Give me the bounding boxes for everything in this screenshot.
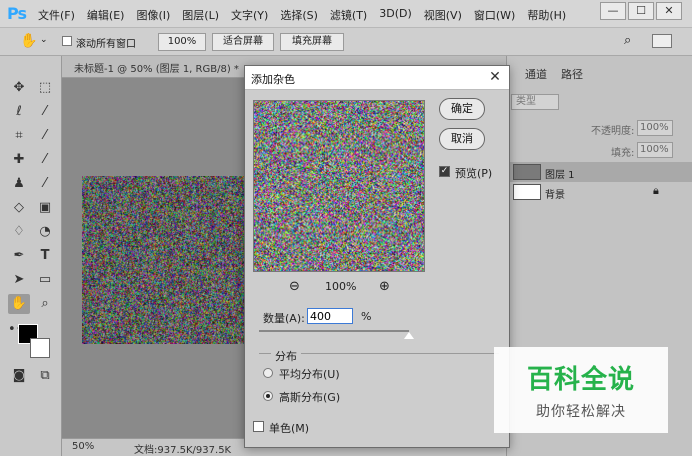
menu-help[interactable]: 帮助(H) bbox=[527, 7, 566, 23]
menu-type[interactable]: 文字(Y) bbox=[231, 7, 268, 23]
tools-panel: ✥ ⬚ ℓ ⁄ ⌗ ⁄ ✚ ⁄ ♟ ⁄ ◇ ▣ ♢ ◔ ✒ T ➤ ▭ ✋ ⌕ … bbox=[0, 56, 62, 456]
watermark-subtitle: 助你轻松解决 bbox=[536, 404, 626, 420]
tab-channels[interactable]: 通道 bbox=[525, 66, 547, 82]
menu-file[interactable]: 文件(F) bbox=[38, 7, 75, 23]
workspace-icon[interactable] bbox=[652, 34, 672, 48]
path-select-tool-icon[interactable]: ➤ bbox=[8, 270, 30, 290]
minimize-button[interactable]: — bbox=[600, 2, 626, 20]
title-bar: Ps 文件(F) 编辑(E) 图像(I) 图层(L) 文字(Y) 选择(S) 滤… bbox=[0, 0, 692, 28]
layer-row[interactable]: 图层 1 bbox=[507, 162, 692, 182]
scroll-all-label: 滚动所有窗口 bbox=[76, 39, 136, 50]
blur-tool-icon[interactable]: ♢ bbox=[8, 222, 30, 242]
menu-3d[interactable]: 3D(D) bbox=[379, 7, 412, 23]
chevron-down-icon[interactable]: ⌄ bbox=[40, 35, 48, 45]
amount-label: 数量(A): bbox=[263, 312, 305, 325]
menu-select[interactable]: 选择(S) bbox=[280, 7, 318, 23]
uniform-label: 平均分布(U) bbox=[279, 368, 340, 381]
options-bar: ✋ ⌄ 滚动所有窗口 100% 适合屏幕 填充屏幕 ⌕ bbox=[0, 28, 692, 56]
cancel-button[interactable]: 取消 bbox=[439, 128, 485, 150]
kind-filter-select[interactable]: 类型 bbox=[511, 94, 559, 110]
menu-image[interactable]: 图像(I) bbox=[136, 7, 170, 23]
amount-slider-track[interactable] bbox=[259, 330, 409, 332]
monochromatic-checkbox[interactable] bbox=[253, 421, 264, 432]
quick-select-tool-icon[interactable]: ⁄ bbox=[34, 102, 56, 122]
layer-thumbnail bbox=[513, 184, 541, 200]
uniform-radio[interactable] bbox=[263, 368, 273, 378]
status-zoom[interactable]: 50% bbox=[72, 441, 94, 452]
layer-thumbnail bbox=[513, 164, 541, 180]
tab-paths[interactable]: 路径 bbox=[561, 66, 583, 82]
photoshop-logo: Ps bbox=[7, 4, 27, 23]
amount-unit: % bbox=[361, 310, 372, 323]
layer-row[interactable]: 背景 🔒︎ bbox=[507, 182, 692, 202]
pen-tool-icon[interactable]: ✒ bbox=[8, 246, 30, 266]
amount-slider-thumb[interactable] bbox=[404, 332, 414, 339]
hand-tool-icon[interactable]: ✋ bbox=[8, 294, 30, 314]
close-window-button[interactable]: ✕ bbox=[656, 2, 682, 20]
watermark-title: 百科全说 bbox=[526, 365, 635, 395]
marquee-tool-icon[interactable]: ⬚ bbox=[34, 78, 56, 98]
status-doc-info: 文档:937.5K/937.5K bbox=[134, 445, 232, 456]
zoom-100-button[interactable]: 100% bbox=[158, 33, 206, 51]
add-noise-dialog: 添加杂色 ✕ 确定 取消 ✓ 预览(P) ⊖ 100% ⊕ 数量(A): % 分… bbox=[244, 65, 510, 448]
fill-screen-button[interactable]: 填充屏幕 bbox=[280, 33, 344, 51]
preview-checkbox[interactable]: ✓ bbox=[439, 166, 450, 177]
menu-layer[interactable]: 图层(L) bbox=[182, 7, 219, 23]
preview-label: 预览(P) bbox=[455, 167, 493, 180]
move-tool-icon[interactable]: ✥ bbox=[8, 78, 30, 98]
lock-icon: 🔒︎ bbox=[653, 184, 659, 197]
search-icon[interactable]: ⌕ bbox=[624, 33, 631, 48]
type-tool-icon[interactable]: T bbox=[34, 246, 56, 266]
gaussian-radio[interactable] bbox=[263, 391, 273, 401]
document-title: 未标题-1 @ 50% (图层 1, RGB/8) * bbox=[74, 64, 239, 75]
panel-tabs: 通道 路径 bbox=[507, 62, 692, 84]
amount-input[interactable] bbox=[307, 308, 353, 324]
quick-mask-icon[interactable]: ◙ bbox=[8, 366, 30, 386]
distribution-label: 分布 bbox=[271, 348, 301, 364]
menu-window[interactable]: 窗口(W) bbox=[474, 7, 515, 23]
healing-brush-tool-icon[interactable]: ✚ bbox=[8, 150, 30, 170]
opacity-field[interactable]: 100% bbox=[637, 120, 673, 136]
zoom-tool-icon[interactable]: ⌕ bbox=[34, 294, 56, 314]
menu-view[interactable]: 视图(V) bbox=[424, 7, 462, 23]
dialog-title-bar: 添加杂色 ✕ bbox=[245, 66, 509, 90]
dialog-title: 添加杂色 bbox=[251, 73, 295, 86]
noise-canvas bbox=[82, 176, 262, 344]
opacity-label: 不透明度: bbox=[591, 126, 635, 137]
menu-edit[interactable]: 编辑(E) bbox=[87, 7, 125, 23]
fill-label: 填充: bbox=[611, 148, 635, 159]
rectangle-tool-icon[interactable]: ▭ bbox=[34, 270, 56, 290]
maximize-button[interactable]: ☐ bbox=[628, 2, 654, 20]
layer-name: 图层 1 bbox=[545, 170, 575, 181]
lasso-tool-icon[interactable]: ℓ bbox=[8, 102, 30, 122]
preview-zoom-value: 100% bbox=[325, 280, 357, 293]
background-color-swatch[interactable] bbox=[30, 338, 50, 358]
fill-field[interactable]: 100% bbox=[637, 142, 673, 158]
gaussian-label: 高斯分布(G) bbox=[279, 391, 341, 404]
fit-screen-button[interactable]: 适合屏幕 bbox=[212, 33, 274, 51]
brush-tool-icon[interactable]: ⁄ bbox=[34, 150, 56, 170]
menu-filter[interactable]: 滤镜(T) bbox=[330, 7, 367, 23]
ok-button[interactable]: 确定 bbox=[439, 98, 485, 120]
watermark: 百科全说 助你轻松解决 bbox=[494, 347, 668, 433]
history-brush-tool-icon[interactable]: ⁄ bbox=[34, 174, 56, 194]
crop-tool-icon[interactable]: ⌗ bbox=[8, 126, 30, 146]
gradient-tool-icon[interactable]: ▣ bbox=[34, 198, 56, 218]
close-icon[interactable]: ✕ bbox=[487, 68, 503, 86]
monochromatic-label: 单色(M) bbox=[269, 422, 310, 435]
zoom-in-icon[interactable]: ⊕ bbox=[379, 279, 390, 294]
scroll-all-checkbox[interactable] bbox=[62, 36, 72, 46]
hand-tool-icon[interactable]: ✋ bbox=[20, 33, 37, 49]
dodge-tool-icon[interactable]: ◔ bbox=[34, 222, 56, 242]
layer-name: 背景 bbox=[545, 190, 565, 201]
eyedropper-tool-icon[interactable]: ⁄ bbox=[34, 126, 56, 146]
zoom-out-icon[interactable]: ⊖ bbox=[289, 279, 300, 294]
noise-preview[interactable] bbox=[253, 100, 425, 272]
eraser-tool-icon[interactable]: ◇ bbox=[8, 198, 30, 218]
menu-bar: 文件(F) 编辑(E) 图像(I) 图层(L) 文字(Y) 选择(S) 滤镜(T… bbox=[38, 7, 566, 23]
stamp-tool-icon[interactable]: ♟ bbox=[8, 174, 30, 194]
screen-mode-icon[interactable]: ⧉ bbox=[34, 366, 56, 386]
